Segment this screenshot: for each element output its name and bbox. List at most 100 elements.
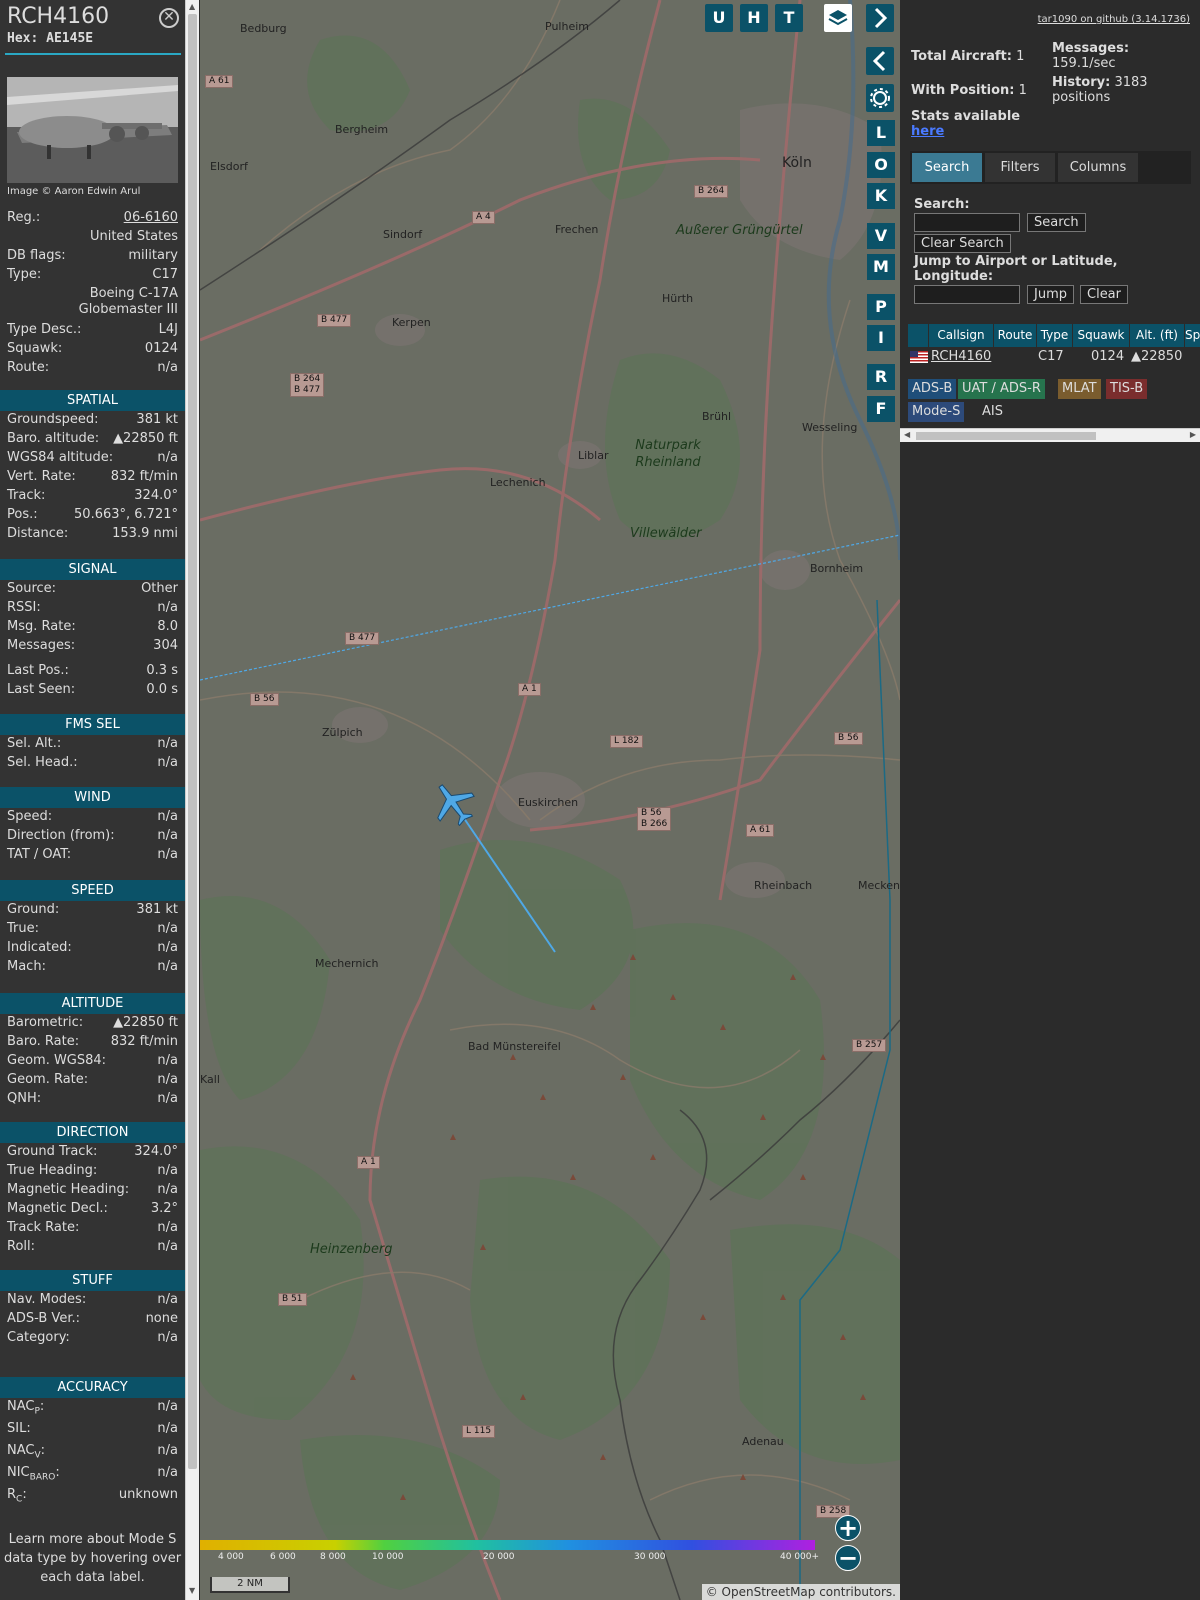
road-number-badge: B 56	[250, 693, 279, 706]
col-callsign[interactable]: Callsign	[929, 324, 993, 347]
info-row: TAT / OAT: n/a	[7, 847, 178, 865]
source-badge-mode-s[interactable]: Mode-S	[908, 402, 965, 422]
toolbar-button-t[interactable]: T	[775, 4, 803, 32]
info-row: United States	[7, 229, 178, 247]
hscroll-thumb[interactable]	[916, 432, 1096, 440]
scrollbar-thumb[interactable]	[188, 14, 197, 1469]
search-button[interactable]: Search	[1027, 213, 1086, 232]
zoom-out-button[interactable]: −	[835, 1545, 861, 1571]
table-horizontal-scrollbar[interactable]: ◀ ▶	[900, 428, 1200, 442]
row-callsign[interactable]: RCH4160	[931, 349, 991, 364]
info-value: 3.2°	[150, 1201, 178, 1216]
clear-button[interactable]: Clear	[1080, 285, 1128, 304]
source-badge-uat-ads-r[interactable]: UAT / ADS-R	[958, 379, 1045, 399]
tab-columns[interactable]: Columns	[1058, 153, 1138, 182]
jump-input[interactable]	[914, 285, 1020, 304]
info-value: 0124	[144, 341, 178, 356]
map-side-button-p[interactable]: P	[867, 294, 895, 320]
close-icon[interactable]: ✕	[159, 8, 179, 28]
map-side-button-m[interactable]: M	[867, 254, 895, 280]
map-place-label: Rheinbach	[754, 879, 813, 892]
info-row: NICBARO: n/a	[7, 1465, 178, 1483]
info-value: n/a	[157, 1330, 178, 1345]
info-row: Sel. Alt.: n/a	[7, 736, 178, 754]
source-badge-ais[interactable]: AIS	[978, 402, 1007, 422]
zoom-in-button[interactable]: +	[835, 1515, 861, 1541]
map-side-button-v[interactable]: V	[867, 223, 895, 249]
info-label: Geom. Rate:	[7, 1072, 88, 1087]
map-side-button-k[interactable]: K	[867, 183, 895, 209]
info-value: n/a	[157, 360, 178, 375]
road-number-badge: A 1	[357, 1156, 380, 1169]
map-side-button-o[interactable]: O	[867, 152, 895, 178]
info-value: C17	[152, 267, 178, 282]
map-side-button-l[interactable]: L	[867, 120, 895, 146]
table-row[interactable]: RCH4160 C17 0124 ▲22850	[908, 348, 1200, 368]
left-panel-scrollbar[interactable]: ▲ ▼	[185, 0, 199, 1600]
jump-button[interactable]: Jump	[1027, 285, 1074, 304]
info-label-text: Mach:	[7, 959, 46, 974]
clear-search-button[interactable]: Clear Search	[914, 234, 1011, 253]
scroll-left-icon[interactable]: ◀	[904, 430, 910, 439]
search-input[interactable]	[914, 213, 1020, 232]
toolbar-button-h[interactable]: H	[740, 4, 768, 32]
road-number-badge: B 264 B 477	[290, 373, 325, 397]
expand-right-icon[interactable]	[866, 4, 894, 32]
col-route[interactable]: Route	[994, 324, 1036, 347]
source-badge-tis-b[interactable]: TIS-B	[1106, 379, 1148, 399]
map-attribution[interactable]: © OpenStreetMap contributors.	[701, 1584, 900, 1600]
map-place-label: Meckenh	[858, 879, 900, 892]
info-value: n/a	[157, 1465, 178, 1480]
map-side-button-r[interactable]: R	[867, 364, 895, 390]
collapse-left-icon[interactable]	[866, 47, 894, 75]
col-type[interactable]: Type	[1037, 324, 1072, 347]
col-speed[interactable]: Sp	[1185, 324, 1200, 347]
info-label-text: Baro. Rate:	[7, 1034, 80, 1049]
toolbar-button-u[interactable]: U	[705, 4, 733, 32]
layers-icon[interactable]	[824, 4, 852, 32]
settings-gear-icon[interactable]	[866, 84, 894, 112]
col-altitude[interactable]: Alt. (ft)	[1130, 324, 1184, 347]
info-value: unknown	[118, 1487, 178, 1502]
info-row: Last Pos.: 0.3 s	[7, 663, 178, 681]
info-label: Type Desc.:	[7, 322, 82, 337]
info-row: Squawk: 0124	[7, 341, 178, 359]
info-row: Pos.: 50.663°, 6.721°	[7, 507, 178, 525]
map-side-button-f[interactable]: F	[867, 396, 895, 422]
info-value: 381 kt	[136, 412, 178, 427]
info-label: Roll:	[7, 1239, 35, 1254]
map-place-label: Villewälder	[630, 526, 702, 541]
col-flag[interactable]	[908, 324, 928, 347]
info-label: Ground Track:	[7, 1144, 97, 1159]
info-value: Globemaster III	[78, 302, 178, 317]
us-flag-icon	[910, 351, 928, 363]
info-value: n/a	[157, 1220, 178, 1235]
info-label-text: ADS-B Ver.:	[7, 1311, 80, 1326]
source-badge-mlat[interactable]: MLAT	[1058, 379, 1101, 399]
tab-search[interactable]: Search	[912, 153, 982, 182]
aircraft-icon[interactable]	[430, 780, 476, 826]
info-row: Vert. Rate: 832 ft/min	[7, 469, 178, 487]
info-value: ▲22850 ft	[113, 1015, 178, 1030]
aircraft-photo[interactable]	[7, 77, 178, 183]
info-value[interactable]: 06-6160	[124, 210, 178, 225]
scroll-down-icon[interactable]: ▼	[189, 1586, 195, 1595]
info-value: n/a	[157, 1421, 178, 1436]
scroll-right-icon[interactable]: ▶	[1190, 430, 1196, 439]
map-side-button-i[interactable]: I	[867, 325, 895, 351]
info-label-text: Pos.:	[7, 507, 38, 522]
info-label: True Heading:	[7, 1163, 97, 1178]
map-view[interactable]: Bedburg Pulheim Bergheim Elsdorf Köln Sindorf…	[200, 0, 900, 1600]
info-label-text: Track:	[7, 488, 46, 503]
map-place-label: Heinzenberg	[310, 1242, 393, 1257]
info-label-sub: P	[34, 1406, 40, 1417]
info-label: QNH:	[7, 1091, 41, 1106]
tab-filters[interactable]: Filters	[985, 153, 1055, 182]
col-squawk[interactable]: Squawk	[1073, 324, 1129, 347]
info-row: Messages: 304	[7, 638, 178, 656]
scroll-up-icon[interactable]: ▲	[189, 2, 195, 11]
info-row: Track Rate: n/a	[7, 1220, 178, 1238]
stats-here-link[interactable]: here	[911, 124, 944, 139]
github-link[interactable]: tar1090 on github (3.14.1736)	[1038, 14, 1190, 25]
source-badge-ads-b[interactable]: ADS-B	[908, 379, 957, 399]
